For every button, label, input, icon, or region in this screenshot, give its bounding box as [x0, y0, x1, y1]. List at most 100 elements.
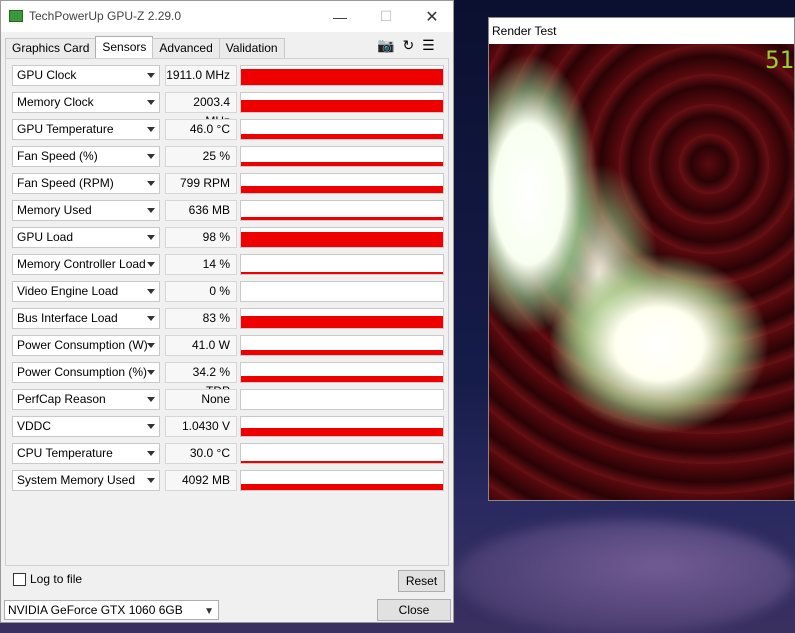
sensor-label-dropdown[interactable]: PerfCap Reason [12, 389, 160, 410]
sensor-label-dropdown[interactable]: System Memory Used [12, 470, 160, 491]
sensor-label: GPU Temperature [17, 122, 114, 136]
sensor-graph [240, 470, 444, 491]
sensor-graph-bar [241, 272, 443, 274]
sensor-value: None [165, 389, 237, 410]
sensor-value: 34.2 % TDP [165, 362, 237, 398]
sensor-label: GPU Load [17, 230, 74, 244]
chevron-down-icon [147, 316, 155, 321]
sensor-value: 636 MB [165, 200, 237, 221]
sensor-row: GPU Clock 1911.0 MHz [12, 65, 444, 86]
close-window-button[interactable]: ✕ [409, 1, 455, 32]
close-icon: ✕ [425, 8, 439, 26]
reset-button[interactable]: Reset [398, 570, 445, 592]
sensor-graph [240, 65, 444, 86]
sensor-value: 1911.0 MHz [165, 65, 237, 86]
chevron-down-icon [147, 154, 155, 159]
sensor-graph-bar [241, 461, 443, 463]
log-to-file-checkbox[interactable] [13, 572, 26, 586]
sensor-row: VDDC 1.0430 V [12, 416, 444, 437]
sensor-value: 799 RPM [165, 173, 237, 194]
chevron-down-icon [147, 451, 155, 456]
log-to-file-label: Log to file [30, 572, 83, 586]
sensor-graph [240, 416, 444, 437]
title-bar: TechPowerUp GPU-Z 2.29.0 — ☐ ✕ [1, 1, 453, 32]
sensor-graph-bar [241, 232, 443, 247]
maximize-icon: ☐ [379, 8, 393, 24]
menu-icon[interactable]: ☰ [422, 37, 435, 54]
sensor-graph [240, 389, 444, 410]
sensor-label-dropdown[interactable]: Memory Controller Load [12, 254, 160, 275]
sensor-value: 30.0 °C [165, 443, 237, 464]
sensor-row: Video Engine Load 0 % [12, 281, 444, 302]
chevron-down-icon: ▼ [204, 606, 214, 617]
chevron-down-icon [147, 73, 155, 78]
desktop-background [455, 520, 795, 633]
sensor-label-dropdown[interactable]: VDDC [12, 416, 160, 437]
chevron-down-icon [147, 343, 155, 348]
sensor-label-dropdown[interactable]: GPU Clock [12, 65, 160, 86]
sensor-graph-bar [241, 162, 443, 166]
sensor-label: Memory Controller Load [17, 257, 146, 271]
sensor-label-dropdown[interactable]: GPU Temperature [12, 119, 160, 140]
tab-advanced[interactable]: Advanced [152, 38, 220, 58]
refresh-icon[interactable]: ↻ [402, 37, 414, 54]
sensor-graph-bar [241, 350, 443, 355]
sensor-label-dropdown[interactable]: Memory Used [12, 200, 160, 221]
sensor-row: Power Consumption (%) 34.2 % TDP [12, 362, 444, 398]
sensor-row: PerfCap Reason None [12, 389, 444, 410]
sensor-row: GPU Temperature 46.0 °C [12, 119, 444, 140]
fps-counter: 51 [765, 46, 794, 74]
sensor-graph [240, 281, 444, 302]
chevron-down-icon [147, 397, 155, 402]
maximize-button[interactable]: ☐ [363, 1, 409, 32]
minimize-button[interactable]: — [317, 1, 363, 32]
sensor-graph-bar [241, 428, 443, 436]
sensor-label: System Memory Used [17, 473, 136, 487]
sensor-value: 0 % [165, 281, 237, 302]
sensor-label: Fan Speed (RPM) [17, 176, 114, 190]
sensor-value: 46.0 °C [165, 119, 237, 140]
sensor-graph [240, 200, 444, 221]
chevron-down-icon [147, 478, 155, 483]
sensor-row: Memory Used 636 MB [12, 200, 444, 221]
sensor-label: Fan Speed (%) [17, 149, 98, 163]
chevron-down-icon [147, 262, 155, 267]
sensor-label-dropdown[interactable]: Fan Speed (%) [12, 146, 160, 167]
sensor-graph-bar [241, 100, 443, 112]
sensor-label: GPU Clock [17, 68, 77, 82]
sensor-label-dropdown[interactable]: Power Consumption (W) [12, 335, 160, 356]
chevron-down-icon [147, 289, 155, 294]
sensor-label-dropdown[interactable]: Memory Clock [12, 92, 160, 113]
sensor-label-dropdown[interactable]: Video Engine Load [12, 281, 160, 302]
window-title: TechPowerUp GPU-Z 2.29.0 [29, 9, 182, 23]
chevron-down-icon [147, 370, 155, 375]
close-button[interactable]: Close [377, 599, 451, 621]
sensor-label-dropdown[interactable]: Bus Interface Load [12, 308, 160, 329]
sensor-label-dropdown[interactable]: Power Consumption (%) [12, 362, 160, 383]
log-to-file[interactable]: Log to file [13, 572, 82, 586]
sensor-label-dropdown[interactable]: GPU Load [12, 227, 160, 248]
render-test-window: Render Test 51 [488, 17, 795, 501]
sensor-label: CPU Temperature [17, 446, 113, 460]
sensor-value: 41.0 W [165, 335, 237, 356]
sensor-label: Video Engine Load [17, 284, 119, 298]
sensor-label-dropdown[interactable]: CPU Temperature [12, 443, 160, 464]
sensor-label: PerfCap Reason [17, 392, 106, 406]
minimize-icon: — [333, 8, 347, 25]
sensor-graph [240, 173, 444, 194]
chevron-down-icon [147, 127, 155, 132]
sensor-graph [240, 119, 444, 140]
sensor-graph-bar [241, 376, 443, 382]
gpu-select[interactable]: NVIDIA GeForce GTX 1060 6GB ▼ [4, 600, 219, 620]
gpu-select-value: NVIDIA GeForce GTX 1060 6GB [8, 603, 183, 617]
sensor-label-dropdown[interactable]: Fan Speed (RPM) [12, 173, 160, 194]
sensor-label: VDDC [17, 419, 52, 433]
tab-sensors[interactable]: Sensors [95, 36, 154, 58]
tab-graphics-card[interactable]: Graphics Card [5, 38, 97, 58]
gpuz-app-icon [9, 10, 23, 22]
sensor-row: GPU Load 98 % [12, 227, 444, 248]
sensor-row: Memory Clock 2003.4 MHz [12, 92, 444, 128]
tab-validation[interactable]: Validation [218, 38, 285, 58]
sensor-row: Power Consumption (W) 41.0 W [12, 335, 444, 356]
camera-icon[interactable]: 📷 [377, 37, 394, 54]
